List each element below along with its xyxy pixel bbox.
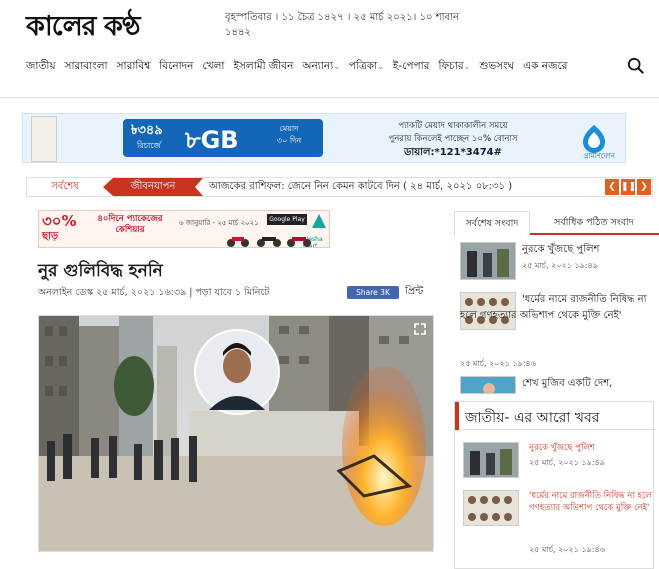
site-logo[interactable]: কালের কণ্ঠ	[26, 6, 141, 51]
ad-dial-code: ডায়াল:*121*3474#	[403, 147, 503, 158]
ad-offer-text: প্যাকটি মেয়াদ থাকাকালীন সময়ে পুনরায় ক…	[368, 120, 538, 160]
search-icon[interactable]	[627, 57, 645, 75]
ticker-latest-label: সর্বশেষ	[27, 178, 103, 196]
tab-most-read[interactable]: সর্বাধিক পঠিত সংবাদ	[534, 211, 654, 235]
article-byline: অনলাইন ডেস্ক ২৫ মার্চ, ২০২১ ১৬:৩৯ | পড়া…	[38, 287, 270, 298]
banner-ad[interactable]: ৳৩৪৯ রিচার্জে ৮GB মেয়াদ ৩০ দিন প্যাকটি …	[22, 113, 626, 163]
nav-item-label: ই-পেপার	[392, 60, 430, 72]
chevron-down-icon: ⌄	[377, 62, 384, 71]
street-fire-image	[39, 316, 433, 551]
nav-item-label: বিনোদন	[159, 60, 194, 72]
more-news-box: জাতীয়- এর আরো খবর নুরকে খুঁজছে পুলিশ ২৫…	[454, 401, 655, 569]
news-title[interactable]: নুরকে খুঁজছে পুলিশ	[529, 442, 653, 454]
news-thumbnail	[463, 490, 519, 526]
ticker-controls: ❮ ❚❚ ❯	[605, 179, 651, 195]
nav-item-label: ইসলামী জীবন	[233, 60, 294, 72]
ticker-next-button[interactable]: ❯	[637, 179, 651, 195]
more-news-title[interactable]: জাতীয়- এর আরো খবর	[465, 406, 600, 430]
ad-data-amount: ৮GB	[185, 126, 239, 154]
news-thumbnail	[460, 242, 516, 280]
nav-item[interactable]: বিনোদন	[159, 52, 193, 81]
nav-item-label: পত্রিকা	[348, 60, 378, 72]
nav-item-label: সারাবাংলা	[64, 60, 108, 72]
news-time: ২৫ মার্চ, ২০২১ ১৯:৪৬	[460, 359, 536, 368]
ad-brand-name: গ্রামীণফোন	[583, 152, 615, 160]
nav-item-label: অন্যান্য	[302, 60, 334, 72]
news-time: ২৫ মার্চ, ২০২১ ১৯:৪৬	[529, 545, 605, 554]
nav-item-label: এক নজরে	[523, 60, 568, 72]
nav-item[interactable]: এক নজরে	[523, 52, 567, 81]
masthead: কালের কণ্ঠ বৃহস্পতিবার । ১১ চৈত্র ১৪২৭ ।…	[0, 0, 659, 46]
ad-validity-line2: ৩০ দিন	[276, 136, 302, 145]
ad-emi-text: ৪০দিনে প্যাকেজের কেশিয়ার	[97, 214, 163, 235]
ad-validity-line1: মেয়াদ	[279, 124, 299, 133]
ad-price: ৳৩৪৯	[131, 123, 163, 138]
news-time: ২৫ মার্চ, ২০২১ ১৯:৪৯	[529, 458, 605, 467]
nav-item[interactable]: ই-পেপার	[393, 52, 430, 81]
more-news-item[interactable]: নুরকে খুঁজছে পুলিশ ২৫ মার্চ, ২০২১ ১৯:৪৯	[463, 442, 653, 482]
ad-discount-sub: ছাড়	[42, 231, 59, 242]
nav-item[interactable]: সারাবিশ্ব	[117, 52, 151, 81]
ticker-headline[interactable]: আজকের রাশিফল: জেনে নিন কেমন কাটবে দিন ( …	[209, 178, 512, 196]
more-news-item[interactable]: 'ধর্মের নামে রাজনীতি নিষিদ্ধ না হলে গণহত…	[463, 490, 653, 560]
nav-item[interactable]: খেলা	[202, 52, 224, 81]
nav-divider	[0, 97, 659, 98]
ticker-prev-button[interactable]: ❮	[605, 179, 619, 195]
ad-discount: ৩০% ছাড়	[42, 213, 77, 245]
page: কালের কণ্ঠ বৃহস্পতিবার । ১১ চৈত্র ১৪২৭ ।…	[0, 0, 659, 569]
ad-price-sub: রিচার্জে	[137, 141, 161, 150]
facebook-share-button[interactable]: Share 3K	[347, 286, 399, 299]
expand-icon[interactable]	[413, 322, 427, 336]
heading-accent-bar	[455, 402, 459, 430]
ad-offer-line1: প্যাকটি মেয়াদ থাকাকালীন সময়ে	[398, 121, 508, 131]
nav-item-label: জাতীয়	[26, 60, 56, 72]
print-link[interactable]: প্রিন্ট	[405, 284, 423, 301]
nav-item[interactable]: অন্যান্য⌄	[302, 52, 339, 81]
main-nav: জাতীয় সারাবাংলা সারাবিশ্ব বিনোদন খেলা ইসলামী…	[0, 52, 659, 80]
tab-latest-news[interactable]: সর্বশেষ সংবাদ	[454, 211, 530, 235]
nav-item-label: সারাবিশ্ব	[116, 60, 151, 72]
chevron-down-icon: ⌄	[463, 62, 471, 71]
nav-item[interactable]: জাতীয়	[26, 52, 56, 81]
google-play-badge[interactable]: Google Play	[267, 214, 307, 225]
more-news-heading: জাতীয়- এর আরো খবর	[455, 402, 655, 430]
chevron-down-icon: ⌄	[333, 62, 340, 71]
news-thumbnail	[460, 376, 516, 394]
news-title[interactable]: 'ধর্মের নামে রাজনীতি নিষিদ্ধ না হলে গণহত…	[529, 490, 653, 514]
article-headline: নুর গুলিবিদ্ধ হননি	[38, 261, 163, 281]
ticker-pause-button[interactable]: ❚❚	[621, 179, 636, 195]
ad-discount-value: ৩০%	[42, 212, 77, 230]
sidebar-news-item[interactable]: 'ধর্মের নামে রাজনীতি নিষিদ্ধ না হলে গণহত…	[460, 292, 659, 368]
news-ticker: সর্বশেষ জীবনযাপন আজকের রাশিফল: জেনে নিন …	[26, 177, 653, 197]
alesha-mart-logo-icon	[312, 214, 326, 228]
sidebar-tabs: সর্বশেষ সংবাদ সর্বাধিক পঠিত সংবাদ	[454, 211, 659, 235]
article-photo[interactable]	[38, 315, 434, 552]
nav-item[interactable]: শুভসংঘ	[479, 52, 514, 81]
nav-item-label: খেলা	[202, 60, 225, 72]
sidebar-news-item[interactable]: নুরকে খুঁজছে পুলিশ ২৫ মার্চ, ২০২১ ১৯:৪৯	[460, 242, 659, 282]
nav-item[interactable]: পত্রিকা⌄	[349, 52, 384, 81]
ad-validity: মেয়াদ ৩০ দিন	[261, 123, 317, 147]
nav-item[interactable]: সারাবাংলা	[65, 52, 108, 81]
sidebar-news-item[interactable]: শেখ মুজিব একটি দেশ,	[460, 376, 659, 396]
ad-offer-line2: পুনরায় কিনলেই পাচ্ছেন ১০% বোনাস	[388, 134, 518, 144]
ad-phone-image	[31, 116, 57, 162]
news-thumbnail	[463, 442, 519, 478]
news-title[interactable]: 'ধর্মের নামে রাজনীতি নিষিদ্ধ না হলে গণহত…	[460, 292, 659, 324]
ad-motorbikes-image	[227, 237, 311, 247]
nav-item[interactable]: ফিচার⌄	[438, 52, 470, 81]
news-title[interactable]: নুরকে খুঁজছে পুলিশ	[522, 242, 659, 258]
nav-item-label: শুভসংঘ	[479, 60, 515, 72]
news-time: ২৫ মার্চ, ২০২১ ১৯:৪৯	[522, 261, 598, 270]
dateline: বৃহস্পতিবার । ১১ চৈত্র ১৪২৭ । ২৫ মার্চ ২…	[225, 12, 459, 38]
news-title[interactable]: শেখ মুজিব একটি দেশ,	[522, 376, 659, 392]
nav-item[interactable]: ইসলামী জীবন	[233, 52, 293, 81]
ad-price-box: ৳৩৪৯ রিচার্জে ৮GB মেয়াদ ৩০ দিন	[123, 119, 323, 157]
nav-item-label: ফিচার	[438, 60, 464, 72]
inline-ad[interactable]: ৩০% ছাড় ৪০দিনে প্যাকেজের কেশিয়ার ৬ জান…	[38, 210, 330, 248]
ticker-category-tag[interactable]: জীবনযাপন	[103, 178, 203, 196]
